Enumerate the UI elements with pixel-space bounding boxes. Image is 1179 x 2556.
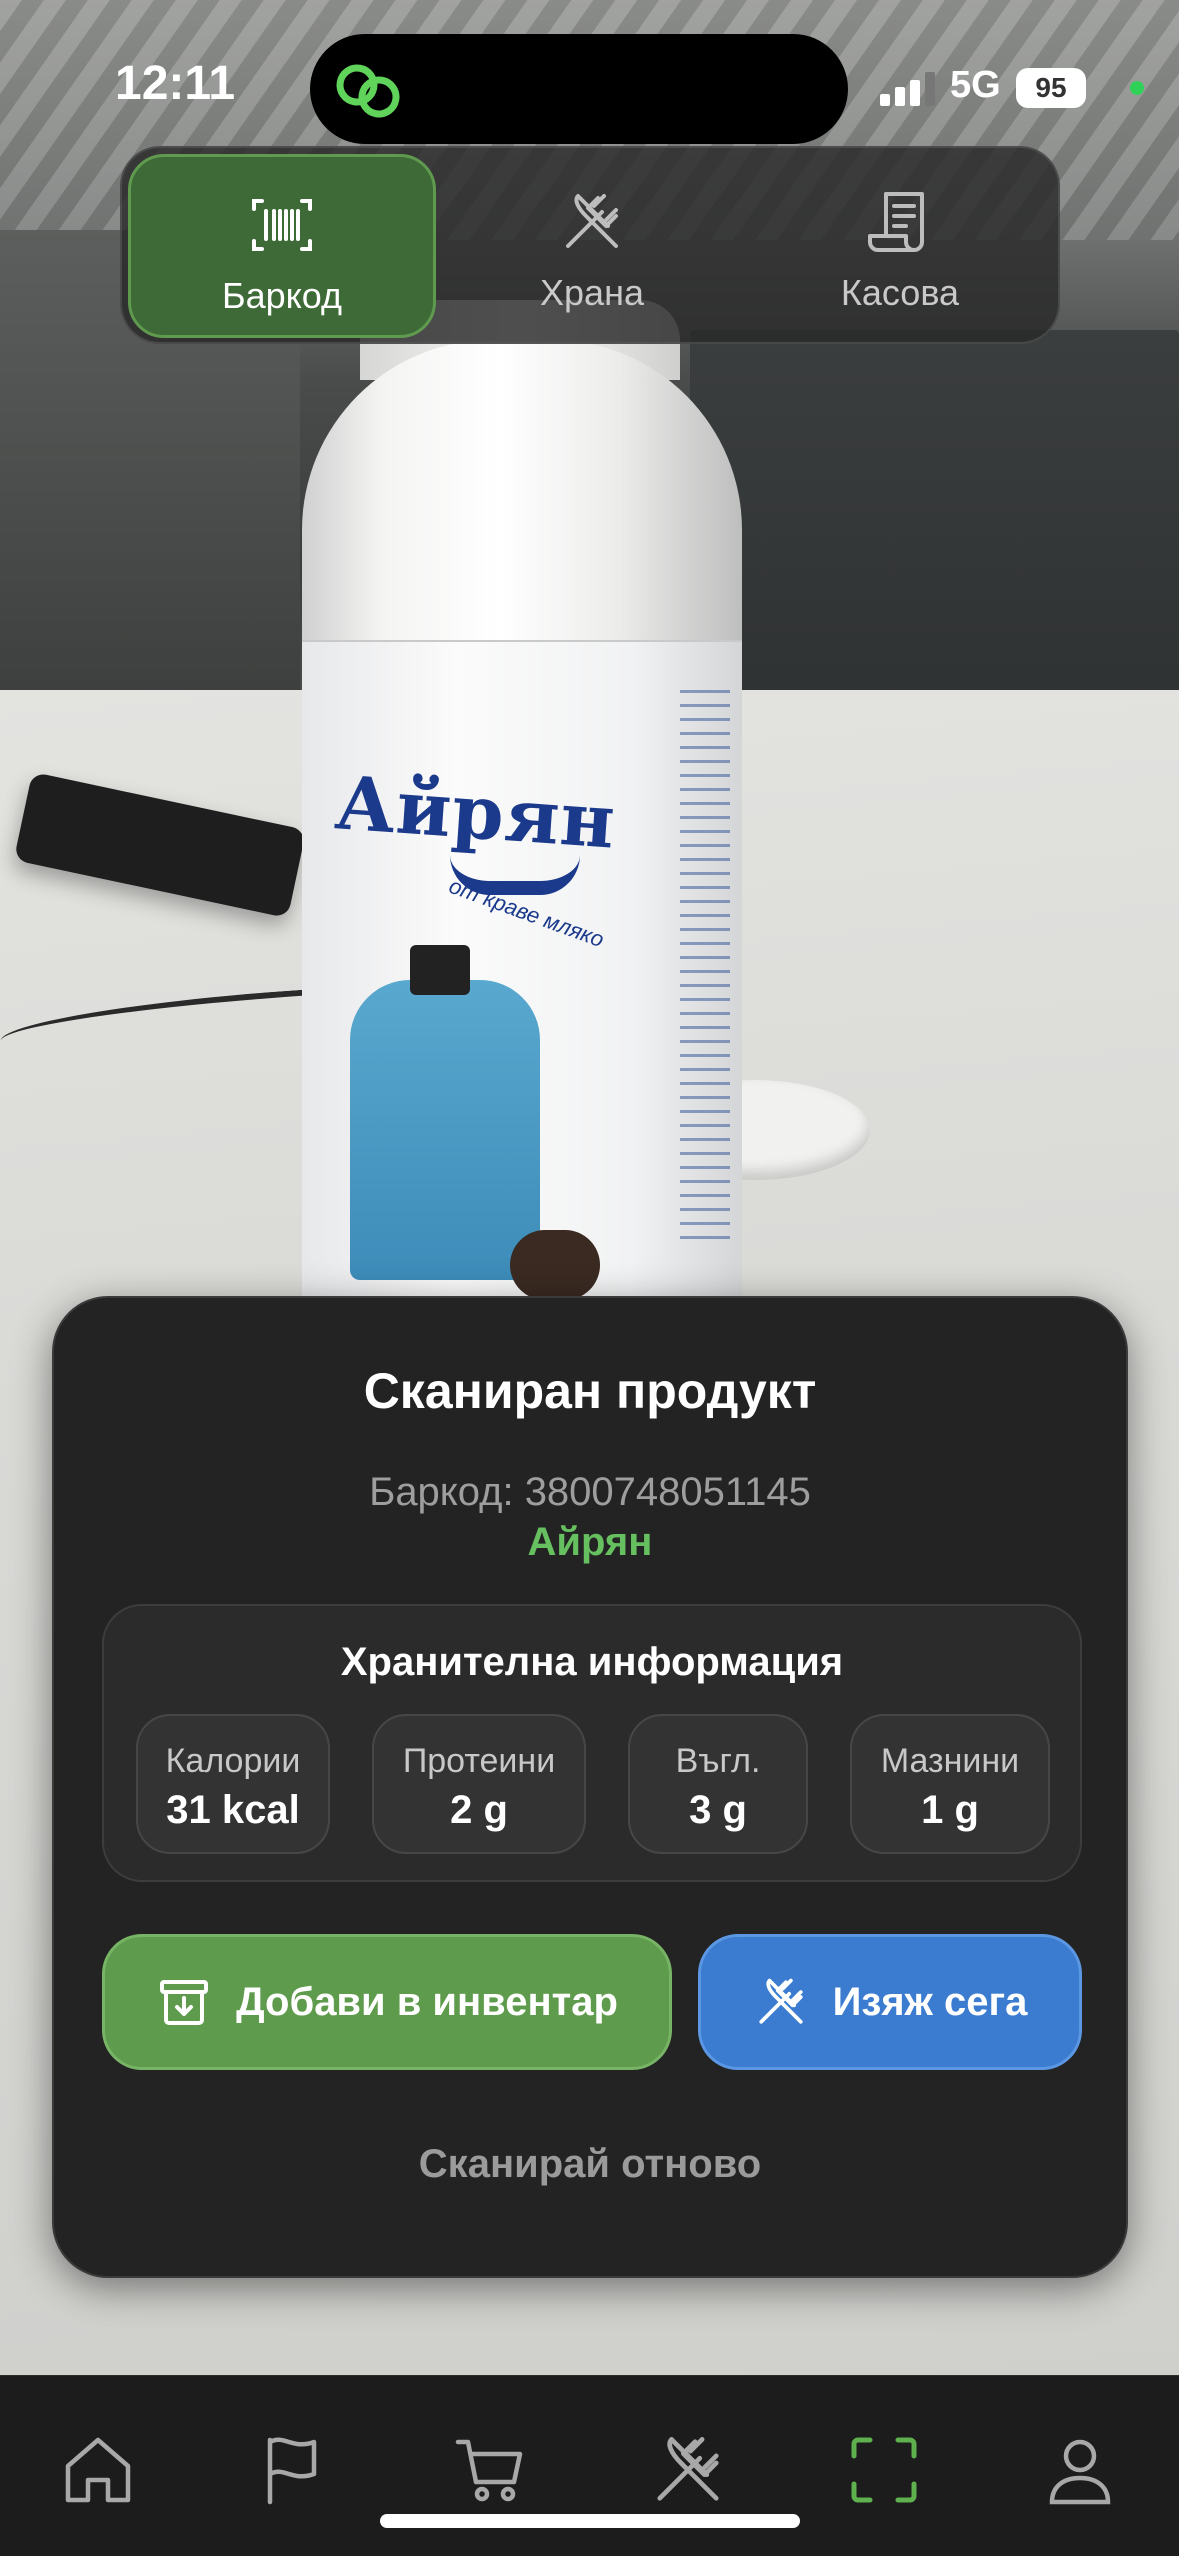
tab-barcode[interactable]: Баркод [128, 154, 436, 338]
cart-icon [455, 2439, 523, 2502]
nutrition-title: Хранителна информация [340, 1640, 844, 1684]
sheet-title: Сканиран продукт [363, 1363, 817, 1419]
archive-download-icon [160, 1980, 209, 2025]
home-indicator[interactable] [380, 2514, 800, 2528]
nutrition-fat-value: 1 g [921, 1788, 979, 1832]
barcode-icon [252, 199, 312, 251]
nutrition-protein: Протеини 2 g [372, 1714, 586, 1854]
tab-receipt-label: Касова [840, 272, 960, 313]
scanner-screen: Айрян от краве мляко 12:11 5G 95 Баркод … [0, 0, 1179, 2556]
home-icon [65, 2437, 131, 2503]
nutrition-carbs: Въгл. 3 g [628, 1714, 808, 1854]
nutrition-fat-label: Мазнини [880, 1742, 1020, 1780]
nav-shopping[interactable] [452, 2430, 532, 2510]
bottle-label-figure-hat [410, 945, 470, 995]
flag-icon [267, 2437, 317, 2505]
tab-receipt[interactable]: Касова [746, 154, 1054, 338]
status-time: 12:11 [115, 57, 236, 110]
barcode-number: Баркод: 3800748051145 [369, 1470, 811, 1514]
nutrition-calories-value: 31 kcal [166, 1788, 300, 1832]
add-to-inventory-button[interactable]: Добави в инвентар [102, 1934, 672, 2070]
bottle-label-dog [510, 1230, 600, 1300]
nav-profile[interactable] [1040, 2430, 1120, 2510]
nutrition-protein-value: 2 g [450, 1788, 508, 1832]
tab-barcode-label: Баркод [221, 275, 343, 316]
scan-mode-tabs: Баркод Храна Касова [120, 146, 1060, 344]
add-to-inventory-label: Добави в инвентар [236, 1979, 618, 2024]
nutrition-card: Хранителна информация Калории 31 kcal Пр… [102, 1604, 1082, 1882]
nav-food[interactable] [648, 2430, 728, 2510]
tab-food-label: Храна [540, 272, 644, 313]
nav-goals[interactable] [254, 2430, 334, 2510]
nutrition-carbs-label: Въгл. [675, 1742, 761, 1780]
tab-food[interactable]: Храна [438, 154, 746, 338]
network-type: 5G [950, 64, 1001, 106]
nutrition-calories-label: Калории [165, 1742, 301, 1780]
status-bar: 12:11 5G 95 [0, 0, 1179, 170]
eat-now-button[interactable]: Изяж сега [698, 1934, 1082, 2070]
nutrition-carbs-value: 3 g [689, 1788, 747, 1832]
bottle-label-figure [350, 980, 540, 1280]
bottle-label-fine-print [680, 690, 730, 1250]
battery-icon: 95 [1016, 68, 1086, 108]
product-name: Айрян [527, 1520, 653, 1564]
bottom-nav [0, 2375, 1179, 2556]
nutrition-protein-label: Протеини [402, 1742, 556, 1780]
nutrition-fat: Мазнини 1 g [850, 1714, 1050, 1854]
profile-icon [1049, 2439, 1111, 2505]
fork-knife-icon [758, 1978, 803, 2024]
fork-knife-icon [657, 2437, 719, 2501]
eat-now-label: Изяж сега [832, 1979, 1028, 2024]
dynamic-island [310, 34, 848, 144]
nav-home[interactable] [58, 2430, 138, 2510]
signal-icon [880, 72, 935, 106]
receipt-icon [868, 192, 924, 252]
scan-result-sheet: Сканиран продукт Баркод: 3800748051145 А… [52, 1296, 1128, 2278]
nutrition-calories: Калории 31 kcal [136, 1714, 330, 1854]
scan-icon [851, 2437, 917, 2503]
fork-knife-icon [566, 194, 618, 248]
rescan-link[interactable]: Сканирай отново [54, 2142, 1126, 2187]
app-link-icon [336, 64, 400, 118]
camera-in-use-indicator [1130, 81, 1144, 95]
nav-scan[interactable] [844, 2430, 924, 2510]
